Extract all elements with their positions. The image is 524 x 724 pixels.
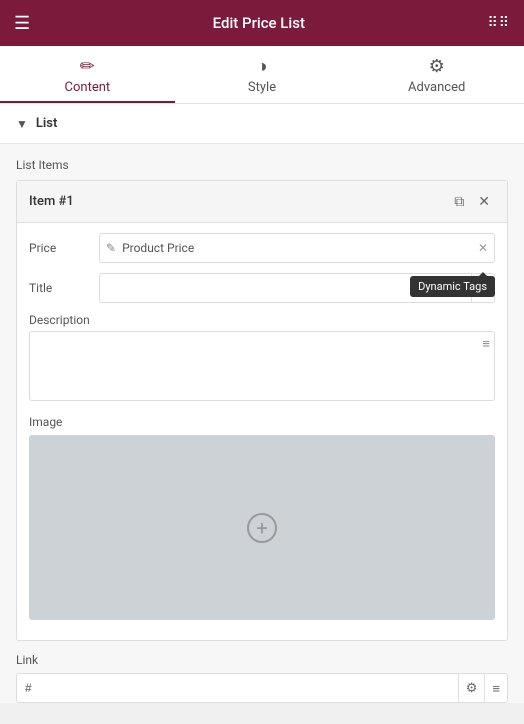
advanced-tab-icon: ⚙ xyxy=(429,56,445,77)
item-card-header: Item #1 ⧉ ✕ xyxy=(17,181,507,223)
grid-icon[interactable]: ⠿⠿ xyxy=(487,15,510,31)
tab-advanced[interactable]: ⚙ Advanced xyxy=(349,46,524,103)
desc-dynamic-icon: ≡ xyxy=(482,336,490,351)
plus-icon: + xyxy=(256,516,267,540)
copy-icon: ⧉ xyxy=(454,193,464,209)
menu-icon[interactable]: ☰ xyxy=(14,13,30,34)
price-input-container: ✎ Product Price ✕ xyxy=(99,233,495,263)
price-value: Product Price xyxy=(122,241,472,255)
title-label: Title xyxy=(29,281,99,295)
link-gear-icon: ⚙ xyxy=(466,680,478,696)
description-textarea[interactable] xyxy=(29,331,495,401)
price-field-row: Price ✎ Product Price ✕ Dynamic Tags xyxy=(29,233,495,263)
delete-item-button[interactable]: ✕ xyxy=(473,191,495,212)
image-label: Image xyxy=(29,415,495,429)
image-add-icon: + xyxy=(247,513,277,543)
description-dynamic-tags-button[interactable]: ≡ xyxy=(482,336,490,351)
list-items-section: List Items Item #1 ⧉ ✕ Price ✎ Product xyxy=(0,144,524,641)
link-dynamic-button[interactable]: ≡ xyxy=(484,674,507,702)
item-card-actions: ⧉ ✕ xyxy=(449,191,495,212)
link-dynamic-icon: ≡ xyxy=(492,681,500,696)
close-icon: ✕ xyxy=(478,193,490,209)
tabs-bar: ✏ Content ◑ Style ⚙ Advanced xyxy=(0,46,524,104)
tab-advanced-label: Advanced xyxy=(408,80,465,95)
tab-style[interactable]: ◑ Style xyxy=(175,46,350,103)
price-clear-icon: ✕ xyxy=(478,241,488,255)
section-label: List xyxy=(36,116,57,131)
price-pencil-icon: ✎ xyxy=(100,241,122,255)
header: ☰ Edit Price List ⠿⠿ xyxy=(0,0,524,46)
list-items-label: List Items xyxy=(16,158,508,172)
item-card-body: Price ✎ Product Price ✕ Dynamic Tags Tit… xyxy=(17,223,507,640)
section-toggle-icon: ▼ xyxy=(16,117,28,131)
link-input-wrapper: ⚙ ≡ xyxy=(16,673,508,703)
item-card-title: Item #1 xyxy=(29,194,449,209)
image-placeholder[interactable]: + xyxy=(29,435,495,620)
item-card: Item #1 ⧉ ✕ Price ✎ Product Price ✕ xyxy=(16,180,508,641)
image-section: Image + xyxy=(29,415,495,620)
dynamic-tags-tooltip: Dynamic Tags xyxy=(410,276,495,297)
link-label: Link xyxy=(16,653,508,667)
content-tab-icon: ✏ xyxy=(80,56,95,77)
tab-content[interactable]: ✏ Content xyxy=(0,46,175,103)
link-section: Link ⚙ ≡ xyxy=(0,641,524,703)
link-settings-button[interactable]: ⚙ xyxy=(458,674,485,702)
price-clear-button[interactable]: ✕ xyxy=(472,241,494,255)
description-label: Description xyxy=(29,313,495,327)
style-tab-icon: ◑ xyxy=(257,56,268,77)
link-input[interactable] xyxy=(17,676,458,700)
tab-content-label: Content xyxy=(65,80,111,95)
description-textarea-wrapper: ≡ xyxy=(29,331,495,405)
price-label: Price xyxy=(29,241,99,255)
tab-style-label: Style xyxy=(248,80,276,95)
description-row: Description ≡ xyxy=(29,313,495,405)
section-list-header[interactable]: ▼ List xyxy=(0,104,524,144)
page-title: Edit Price List xyxy=(213,14,305,32)
duplicate-item-button[interactable]: ⧉ xyxy=(449,191,469,212)
